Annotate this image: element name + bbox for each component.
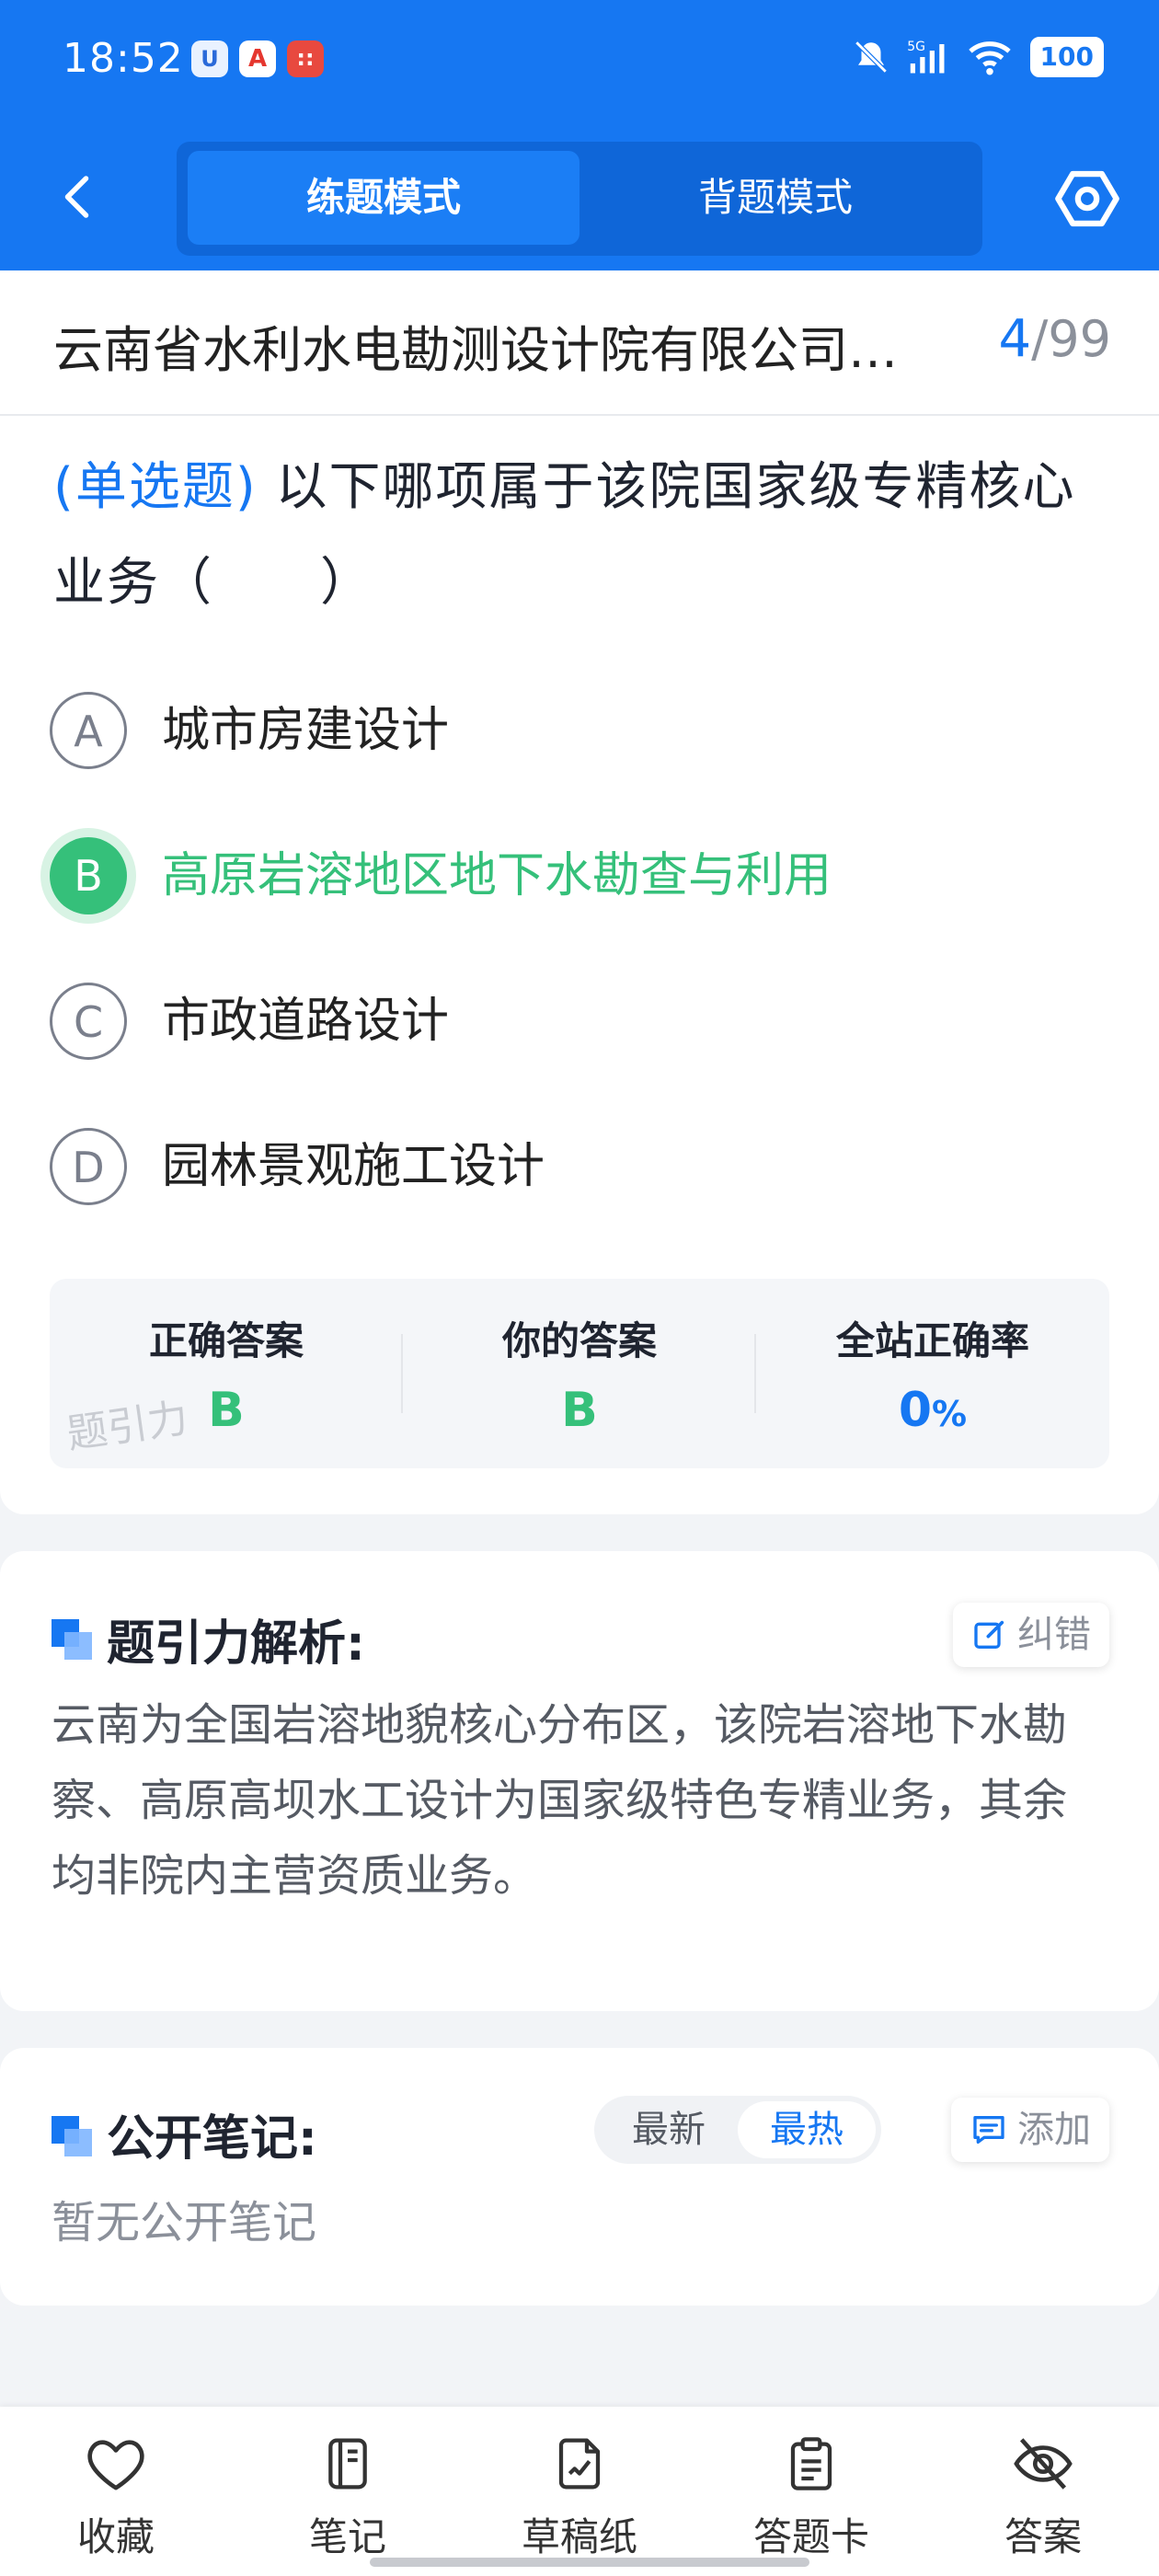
favorite-label: 收藏 (76, 2514, 155, 2559)
option-a[interactable]: A 城市房建设计 (50, 688, 1107, 776)
site-accuracy-value: 0% (898, 1383, 968, 1438)
battery-indicator: 100 (1029, 37, 1104, 77)
notes-label: 笔记 (308, 2514, 386, 2559)
eye-off-icon (1014, 2438, 1073, 2490)
tab-memorize-mode[interactable]: 背题模式 (580, 151, 971, 245)
settings-hexagon-icon[interactable] (1052, 164, 1122, 234)
option-d[interactable]: D 园林景观施工设计 (50, 1124, 1107, 1213)
mute-bell-icon (854, 40, 888, 74)
your-answer: 你的答案 B (403, 1279, 756, 1468)
home-indicator[interactable] (370, 2558, 809, 2567)
wifi-icon (968, 41, 1011, 75)
draft-paper-label: 草稿纸 (521, 2514, 637, 2559)
notes-button[interactable]: 笔记 (256, 2434, 440, 2562)
answer-sheet-label: 答题卡 (752, 2514, 869, 2559)
heart-icon (87, 2440, 144, 2490)
draft-paper-button[interactable]: 草稿纸 (488, 2434, 671, 2562)
option-text: 市政道路设计 (162, 994, 450, 1049)
option-b[interactable]: B 高原岩溶地区地下水勘查与利用 (50, 834, 1107, 922)
add-note-button[interactable]: 添加 (951, 2098, 1109, 2162)
notebook-icon (328, 2438, 367, 2490)
exam-title: 云南省水利水电勘测设计院有限公司… (53, 321, 898, 379)
sort-newest[interactable]: 最新 (600, 2101, 738, 2158)
analysis-panel: 题引力解析: 纠错 云南为全国岩溶地貌核心分布区，该院岩溶地下水勘察、高原高坝水… (0, 1551, 1159, 2011)
signal-icon: 5G (907, 40, 945, 74)
report-error-button[interactable]: 纠错 (953, 1603, 1109, 1667)
question-header: 云南省水利水电勘测设计院有限公司… 4/99 (53, 309, 1111, 379)
clipboard-icon (790, 2437, 832, 2490)
status-time: 18:52 (63, 35, 184, 82)
draft-icon (558, 2438, 601, 2490)
notes-title: 公开笔记: (107, 2111, 317, 2167)
your-answer-value: B (561, 1383, 598, 1438)
app-notification-icon (287, 40, 324, 77)
option-text: 园林景观施工设计 (162, 1139, 545, 1194)
favorite-button[interactable]: 收藏 (24, 2434, 208, 2562)
tab-practice-mode[interactable]: 练题模式 (188, 151, 580, 245)
option-text: 城市房建设计 (162, 703, 450, 758)
notification-icons (191, 40, 324, 77)
option-letter: D (50, 1128, 127, 1205)
sort-hottest[interactable]: 最热 (738, 2101, 876, 2158)
edit-icon (974, 1620, 1004, 1649)
question-card: 云南省水利水电勘测设计院有限公司… 4/99 (单选题) 以下哪项属于该院国家级… (0, 270, 1159, 1514)
status-bar: 18:52 5G 100 (0, 0, 1159, 129)
show-answer-label: 答案 (1004, 2514, 1082, 2559)
question-text: (单选题) 以下哪项属于该院国家级专精核心业务（ ） (53, 440, 1111, 631)
report-error-label: 纠错 (1017, 1614, 1091, 1656)
counter-separator: / (1031, 310, 1049, 368)
mode-switch: 练题模式 背题模式 (177, 142, 982, 256)
analysis-text: 云南为全国岩溶地貌核心分布区，该院岩溶地下水勘察、高原高坝水工设计为国家级特色专… (52, 1699, 1068, 1902)
bottom-toolbar: 收藏 笔记 草稿纸 答题卡 答案 (0, 2407, 1159, 2576)
section-marker-icon (52, 1619, 92, 1660)
section-marker-icon (52, 2116, 92, 2156)
add-note-label: 添加 (1017, 2109, 1091, 2151)
notes-sort-toggle: 最新 最热 (594, 2096, 881, 2164)
option-letter: C (50, 983, 127, 1060)
question-type-label: (单选题) (53, 457, 258, 517)
back-arrow-icon[interactable] (52, 169, 107, 224)
correct-answer-label: 正确答案 (148, 1318, 304, 1363)
option-letter: B (50, 837, 127, 914)
status-right: 5G 100 (852, 37, 1104, 77)
show-answer-button[interactable]: 答案 (951, 2434, 1135, 2562)
your-answer-label: 你的答案 (501, 1318, 657, 1363)
site-accuracy-label: 全站正确率 (835, 1318, 1029, 1363)
svg-text:5G: 5G (907, 40, 925, 54)
option-text: 高原岩溶地区地下水勘查与利用 (162, 848, 832, 903)
question-counter: 4/99 (998, 309, 1111, 369)
app-notification-icon (191, 40, 228, 77)
analysis-title: 题引力解析: (107, 1616, 365, 1672)
site-accuracy: 全站正确率 0% (756, 1279, 1109, 1468)
top-nav: 练题模式 背题模式 (0, 129, 1159, 270)
answer-summary: 正确答案 B 你的答案 B 全站正确率 0% 题引力 (50, 1279, 1109, 1468)
notes-panel: 公开笔记: 最新 最热 添加 暂无公开笔记 (0, 2048, 1159, 2306)
option-letter: A (50, 692, 127, 769)
current-question-number: 4 (998, 309, 1032, 369)
comment-icon (973, 2116, 1004, 2144)
total-questions: 99 (1048, 310, 1111, 368)
option-c[interactable]: C 市政道路设计 (50, 979, 1107, 1067)
answer-sheet-button[interactable]: 答题卡 (719, 2434, 903, 2562)
notes-empty-state: 暂无公开笔记 (52, 2197, 317, 2248)
divider (0, 414, 1159, 416)
app-notification-icon (239, 40, 276, 77)
